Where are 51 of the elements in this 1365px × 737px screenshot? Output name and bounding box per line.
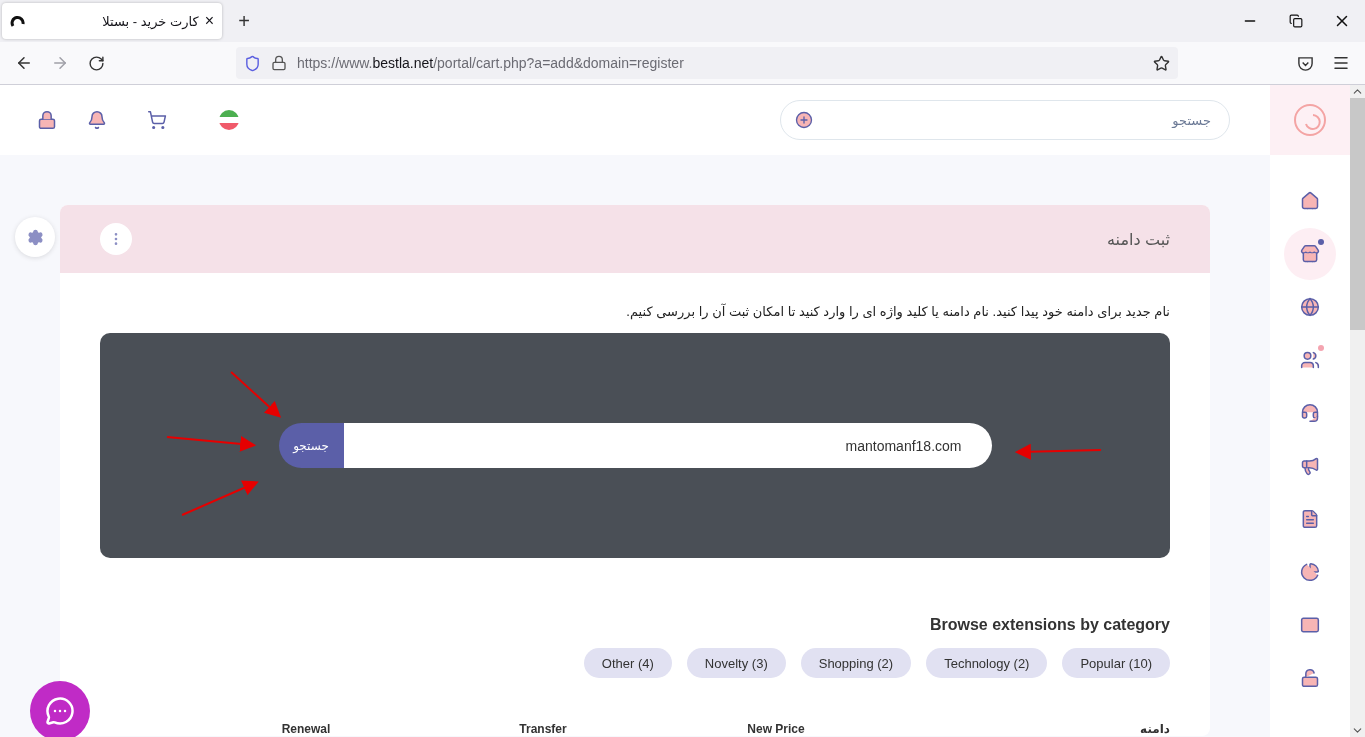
menu-icon[interactable] — [1332, 54, 1350, 72]
pocket-icon[interactable] — [1296, 54, 1314, 72]
flag-icon[interactable] — [219, 110, 239, 130]
search-button[interactable]: جستجو — [278, 423, 344, 468]
home-icon — [1300, 191, 1320, 211]
sidebar-item[interactable] — [1284, 228, 1336, 280]
card-title: ثبت دامنه — [1107, 229, 1170, 249]
domain-input[interactable]: mantomanf18.com — [343, 423, 992, 468]
restore-icon[interactable] — [1289, 14, 1303, 28]
description-text: نام جدید برای دامنه خود پیدا کنید. نام دامنه یا کلید واژه ای را وارد کنید تا امکان ثبت آن را بررسی کنیم. — [625, 302, 1170, 322]
category-chip[interactable]: Novelty (3) — [686, 648, 786, 678]
settings-button[interactable] — [15, 217, 55, 257]
megaphone-icon — [1300, 456, 1320, 476]
pie-chart-icon — [1300, 562, 1320, 582]
category-chip[interactable]: Technology (2) — [926, 648, 1048, 678]
users-icon — [1300, 350, 1320, 370]
lock-icon[interactable] — [37, 110, 57, 130]
browser-tab[interactable]: کارت خرید - بستلا × — [2, 3, 222, 39]
chat-icon — [45, 696, 75, 726]
column-header: New Price — [746, 722, 806, 736]
bookmark-star-icon[interactable] — [1153, 54, 1170, 72]
address-bar[interactable]: https://www.bestla.net/portal/cart.php?a=add&domain=register — [236, 47, 1178, 79]
reload-icon[interactable] — [87, 54, 105, 72]
document-icon — [1300, 509, 1320, 529]
tab-close[interactable]: × — [204, 12, 214, 30]
category-chip[interactable]: Shopping (2) — [800, 648, 912, 678]
lock-icon — [271, 55, 287, 71]
add-icon[interactable] — [795, 111, 813, 129]
categories-heading: Browse extensions by category — [928, 616, 1170, 634]
store-icon — [1300, 244, 1320, 264]
globe-icon — [1300, 297, 1320, 317]
arrow — [230, 371, 282, 418]
back-icon[interactable] — [15, 54, 33, 72]
shield-icon — [244, 54, 261, 72]
cart-icon[interactable] — [147, 110, 167, 130]
new-tab-button[interactable]: + — [230, 7, 258, 35]
column-header: Renewal — [280, 722, 332, 736]
chat-button[interactable] — [30, 681, 90, 737]
category-chip[interactable]: Other (4) — [583, 648, 672, 678]
url-text: https://www.bestla.net/portal/cart.php?a=add&domain=register — [297, 55, 685, 71]
bell-icon[interactable] — [87, 110, 107, 130]
tab-title: کارت خرید - بستلا — [101, 13, 199, 29]
scrollbar-thumb[interactable] — [1350, 98, 1365, 330]
site-logo-icon — [10, 13, 26, 29]
logo-icon — [1293, 103, 1327, 137]
unlock-icon — [1300, 668, 1320, 688]
category-chip[interactable]: Popular (10) — [1062, 648, 1170, 678]
column-header: Transfer — [518, 722, 568, 736]
column-header: دامنه — [1139, 722, 1170, 736]
headset-icon — [1300, 403, 1320, 423]
search-input[interactable]: جستجو — [813, 111, 1213, 129]
